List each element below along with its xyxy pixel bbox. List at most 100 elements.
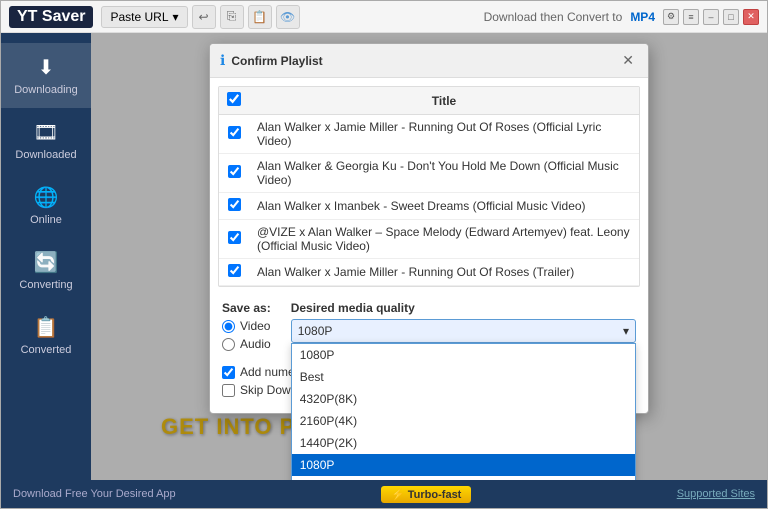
save-as-left: Save as: Video Audio bbox=[222, 301, 271, 351]
paste-url-label: Paste URL bbox=[110, 10, 168, 24]
close-button[interactable]: ✕ bbox=[743, 9, 759, 25]
check-all-header bbox=[219, 87, 249, 115]
sidebar-item-downloading[interactable]: ⬇ Downloading bbox=[1, 43, 91, 108]
row-title-1: Alan Walker & Georgia Ku - Don't You Hol… bbox=[249, 154, 639, 193]
toolbar-area: Paste URL ▾ ↩ ⎘ 📋 👁 bbox=[101, 5, 299, 29]
sidebar-item-downloaded[interactable]: 🎞 Downloaded bbox=[1, 108, 91, 173]
quality-option-1080P[interactable]: 1080P bbox=[292, 344, 635, 366]
convert-format: MP4 bbox=[630, 10, 655, 24]
eye-button[interactable]: 👁 bbox=[276, 5, 300, 29]
quality-option-2160P(4K)[interactable]: 2160P(4K) bbox=[292, 410, 635, 432]
paste-button[interactable]: 📋 bbox=[248, 5, 272, 29]
sidebar-downloading-label: Downloading bbox=[14, 84, 78, 96]
video-radio[interactable] bbox=[222, 320, 235, 333]
video-radio-option[interactable]: Video bbox=[222, 319, 271, 333]
maximize-button[interactable]: □ bbox=[723, 9, 739, 25]
audio-label: Audio bbox=[240, 337, 271, 351]
copy-button[interactable]: ⎘ bbox=[220, 5, 244, 29]
numerical-order-checkbox[interactable] bbox=[222, 366, 235, 379]
minimize-button[interactable]: – bbox=[703, 9, 719, 25]
win-controls: ⚙ ≡ – □ ✕ bbox=[663, 9, 759, 25]
title-bar-right: Download then Convert to MP4 ⚙ ≡ – □ ✕ bbox=[484, 9, 759, 25]
dialog-info-icon: ℹ bbox=[220, 52, 225, 69]
save-as-section: Save as: Video Audio bbox=[210, 295, 648, 357]
dialog-close-button[interactable]: ✕ bbox=[618, 50, 638, 71]
sidebar-item-converting[interactable]: 🔄 Converting bbox=[1, 238, 91, 303]
table-row: Alan Walker & Georgia Ku - Don't You Hol… bbox=[219, 154, 639, 193]
dialog-overlay: ℹ Confirm Playlist ✕ bbox=[91, 33, 767, 480]
dialog-title-area: ℹ Confirm Playlist bbox=[220, 52, 323, 69]
convert-label: Download then Convert to bbox=[484, 10, 623, 24]
row-checkbox-cell bbox=[219, 259, 249, 286]
quality-option-1440P(2K)[interactable]: 1440P(2K) bbox=[292, 432, 635, 454]
menu-button[interactable]: ≡ bbox=[683, 9, 699, 25]
save-as-options: Video Audio bbox=[222, 319, 271, 351]
dropdown-chevron-icon: ▾ bbox=[623, 324, 629, 338]
playlist-table: Title Alan Walker x Jamie Miller - Runni… bbox=[219, 87, 639, 286]
row-checkbox-4[interactable] bbox=[228, 264, 241, 277]
globe-icon: 🌐 bbox=[34, 185, 59, 210]
quality-label: Desired media quality bbox=[291, 301, 636, 315]
dialog-body: Title Alan Walker x Jamie Miller - Runni… bbox=[210, 78, 648, 413]
row-title-4: Alan Walker x Jamie Miller - Running Out… bbox=[249, 259, 639, 286]
row-title-2: Alan Walker x Imanbek - Sweet Dreams (Of… bbox=[249, 193, 639, 220]
quality-option-4320P(8K)[interactable]: 4320P(8K) bbox=[292, 388, 635, 410]
content-area: GET INTO PC ℹ Confirm Playlist ✕ bbox=[91, 33, 767, 480]
settings-button[interactable]: ⚙ bbox=[663, 9, 679, 25]
confirm-playlist-dialog: ℹ Confirm Playlist ✕ bbox=[209, 43, 649, 414]
sidebar-online-label: Online bbox=[30, 214, 62, 226]
bottom-bar-text: Download Free Your Desired App bbox=[13, 488, 176, 500]
table-row: Alan Walker x Jamie Miller - Running Out… bbox=[219, 115, 639, 154]
main-content: ⬇ Downloading 🎞 Downloaded 🌐 Online 🔄 Co… bbox=[1, 33, 767, 480]
supported-sites-link[interactable]: Supported Sites bbox=[677, 488, 755, 500]
row-checkbox-2[interactable] bbox=[228, 198, 241, 211]
audio-radio-option[interactable]: Audio bbox=[222, 337, 271, 351]
title-column-header: Title bbox=[249, 87, 639, 115]
table-row: @VIZE x Alan Walker – Space Melody (Edwa… bbox=[219, 220, 639, 259]
quality-dropdown[interactable]: 1080P ▾ bbox=[291, 319, 636, 343]
dialog-title-bar: ℹ Confirm Playlist ✕ bbox=[210, 44, 648, 78]
playlist-table-container: Title Alan Walker x Jamie Miller - Runni… bbox=[218, 86, 640, 287]
title-bar: YT Saver Paste URL ▾ ↩ ⎘ 📋 👁 Download th… bbox=[1, 1, 767, 33]
sidebar-item-converted[interactable]: 📋 Converted bbox=[1, 303, 91, 368]
clipboard-icon: 📋 bbox=[34, 315, 59, 340]
table-row: Alan Walker x Imanbek - Sweet Dreams (Of… bbox=[219, 193, 639, 220]
quality-dropdown-container: 1080P ▾ 1080PBest4320P(8K)2160P(4K)1440P… bbox=[291, 319, 636, 343]
sidebar: ⬇ Downloading 🎞 Downloaded 🌐 Online 🔄 Co… bbox=[1, 33, 91, 480]
row-checkbox-1[interactable] bbox=[228, 165, 241, 178]
quality-option-720P[interactable]: 720P bbox=[292, 476, 635, 480]
row-checkbox-cell bbox=[219, 154, 249, 193]
skip-downloaded-checkbox[interactable] bbox=[222, 384, 235, 397]
sidebar-downloaded-label: Downloaded bbox=[15, 149, 76, 161]
quality-option-1080P[interactable]: 1080P bbox=[292, 454, 635, 476]
sidebar-converting-label: Converting bbox=[19, 279, 72, 291]
check-all-checkbox[interactable] bbox=[227, 92, 241, 106]
row-checkbox-cell bbox=[219, 115, 249, 154]
film-icon: 🎞 bbox=[33, 120, 58, 145]
row-checkbox-cell bbox=[219, 220, 249, 259]
row-title-3: @VIZE x Alan Walker – Space Melody (Edwa… bbox=[249, 220, 639, 259]
sidebar-converted-label: Converted bbox=[21, 344, 72, 356]
playlist-tbody: Alan Walker x Jamie Miller - Running Out… bbox=[219, 115, 639, 286]
table-row: Alan Walker x Jamie Miller - Running Out… bbox=[219, 259, 639, 286]
turbo-label: ⚡ Turbo-fast bbox=[391, 488, 461, 501]
undo-button[interactable]: ↩ bbox=[192, 5, 216, 29]
row-checkbox-3[interactable] bbox=[228, 231, 241, 244]
sidebar-item-online[interactable]: 🌐 Online bbox=[1, 173, 91, 238]
quality-dropdown-list[interactable]: 1080PBest4320P(8K)2160P(4K)1440P(2K)1080… bbox=[291, 343, 636, 480]
row-title-0: Alan Walker x Jamie Miller - Running Out… bbox=[249, 115, 639, 154]
turbo-fast-button[interactable]: ⚡ Turbo-fast bbox=[381, 486, 471, 503]
quality-selected-value: 1080P bbox=[298, 324, 333, 338]
row-checkbox-cell bbox=[219, 193, 249, 220]
quality-option-Best[interactable]: Best bbox=[292, 366, 635, 388]
convert-icon: 🔄 bbox=[34, 250, 59, 275]
row-checkbox-0[interactable] bbox=[228, 126, 241, 139]
audio-radio[interactable] bbox=[222, 338, 235, 351]
bottom-bar: Download Free Your Desired App ⚡ Turbo-f… bbox=[1, 480, 767, 508]
dropdown-arrow-icon: ▾ bbox=[173, 10, 179, 24]
save-as-label: Save as: bbox=[222, 301, 271, 315]
paste-url-button[interactable]: Paste URL ▾ bbox=[101, 6, 187, 28]
app-window: YT Saver Paste URL ▾ ↩ ⎘ 📋 👁 Download th… bbox=[0, 0, 768, 509]
download-icon: ⬇ bbox=[38, 55, 55, 80]
dialog-title-text: Confirm Playlist bbox=[231, 54, 322, 68]
